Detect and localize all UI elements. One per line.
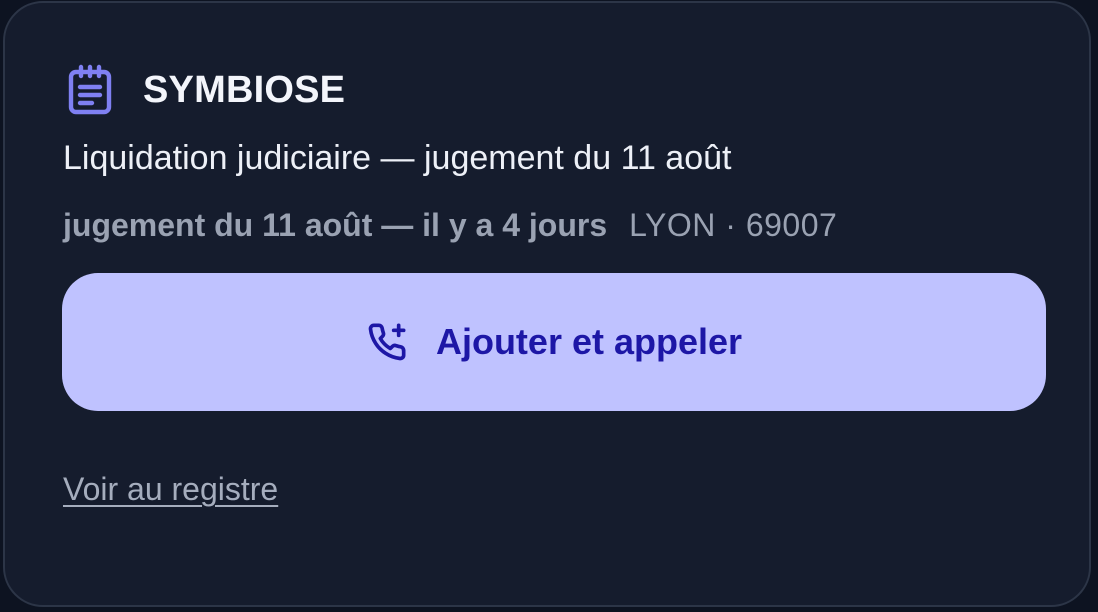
notice-title: Liquidation judiciaire — jugement du 11 … xyxy=(63,139,732,177)
notice-meta: jugement du 11 août — il y a 4 jours LYO… xyxy=(63,207,837,244)
add-and-call-label: Ajouter et appeler xyxy=(435,321,743,362)
view-registry-link[interactable]: Voir au registre xyxy=(63,471,278,508)
add-and-call-button[interactable]: Ajouter et appeler xyxy=(62,273,1046,411)
card-header: SYMBIOSE xyxy=(63,63,345,117)
notepad-icon xyxy=(63,63,117,117)
company-name: SYMBIOSE xyxy=(143,68,346,111)
notice-card: SYMBIOSE Liquidation judiciaire — jugeme… xyxy=(3,1,1091,607)
notice-location: LYON · 69007 xyxy=(629,207,838,243)
phone-plus-icon xyxy=(366,321,408,363)
notice-date: jugement du 11 août — il y a 4 jours xyxy=(63,207,608,243)
